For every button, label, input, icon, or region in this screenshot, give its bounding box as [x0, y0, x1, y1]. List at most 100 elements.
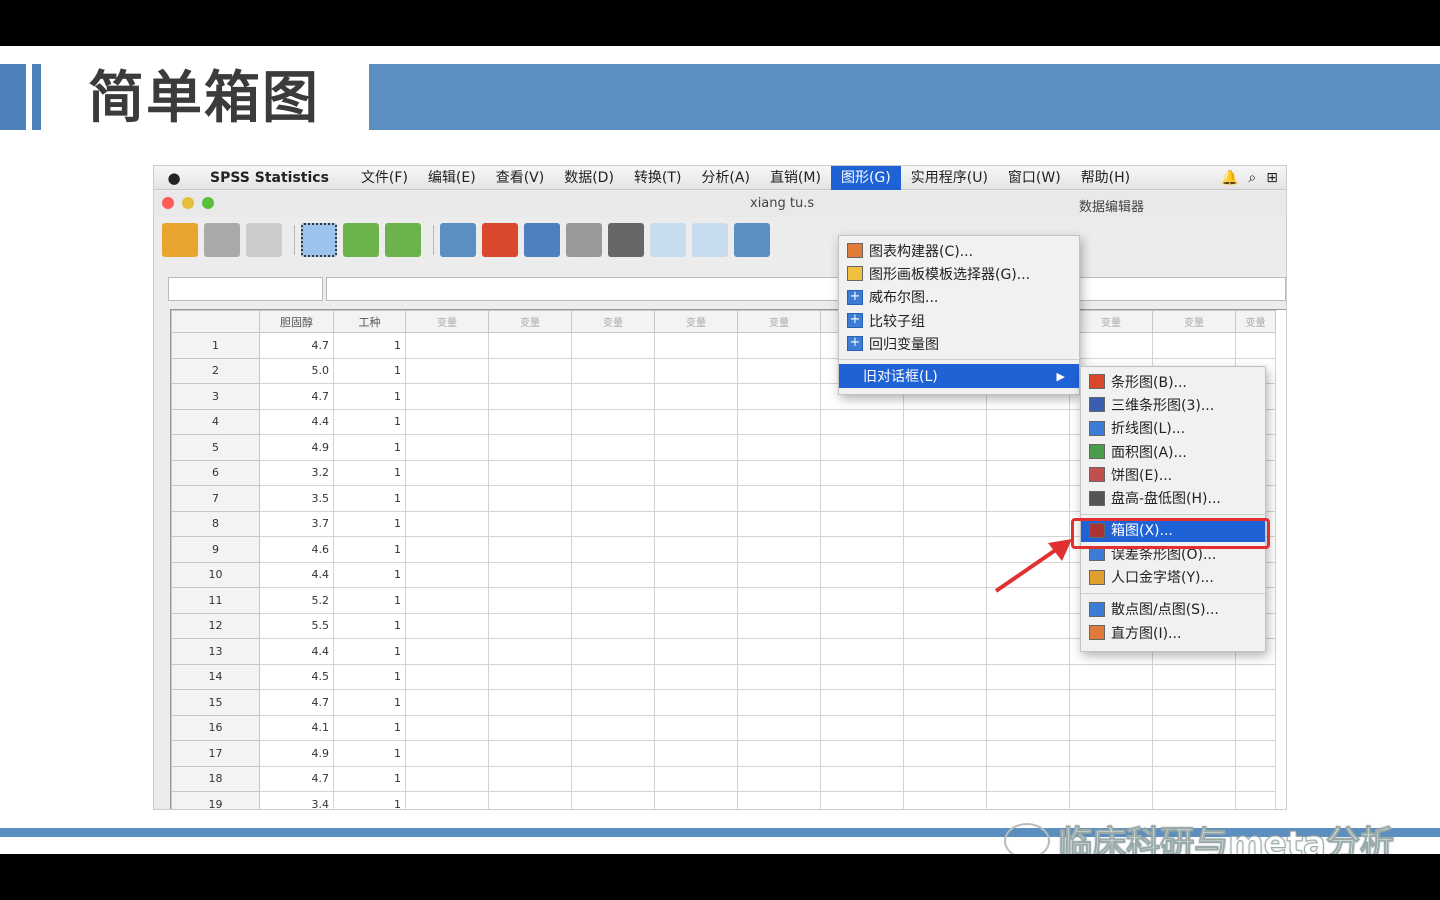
- empty-cell[interactable]: [654, 791, 738, 809]
- data-cell[interactable]: 1: [333, 332, 406, 359]
- empty-cell[interactable]: [986, 689, 1070, 716]
- data-cell[interactable]: 1: [333, 689, 406, 716]
- menu-analyze[interactable]: 分析(A): [691, 166, 760, 190]
- empty-cell[interactable]: [488, 408, 572, 435]
- menu-utilities[interactable]: 实用程序(U): [901, 166, 998, 190]
- empty-cell[interactable]: [571, 740, 655, 767]
- empty-cell[interactable]: [903, 791, 987, 809]
- data-cell[interactable]: 1: [333, 561, 406, 588]
- empty-cell[interactable]: [654, 332, 738, 359]
- row-number[interactable]: 12: [171, 612, 260, 639]
- empty-cell[interactable]: [1152, 714, 1236, 741]
- empty-cell[interactable]: [654, 561, 738, 588]
- data-cell[interactable]: 4.7: [259, 765, 334, 792]
- data-cell[interactable]: 4.7: [259, 689, 334, 716]
- search-icon[interactable]: ⌕: [1248, 170, 1256, 186]
- open-icon[interactable]: [162, 223, 198, 257]
- empty-cell[interactable]: [1152, 765, 1236, 792]
- empty-cell[interactable]: [405, 536, 489, 563]
- empty-cell[interactable]: [571, 561, 655, 588]
- submenu-item[interactable]: 人口金字塔(Y)...: [1081, 565, 1265, 588]
- empty-cell[interactable]: [986, 791, 1070, 809]
- cell-reference-field[interactable]: [168, 277, 323, 301]
- empty-cell[interactable]: [820, 459, 904, 486]
- empty-cell[interactable]: [654, 689, 738, 716]
- undo-icon[interactable]: [343, 223, 379, 257]
- data-cell[interactable]: 1: [333, 638, 406, 665]
- empty-cell[interactable]: [737, 536, 821, 563]
- empty-cell[interactable]: [903, 510, 987, 537]
- save-icon[interactable]: [204, 223, 240, 257]
- empty-cell[interactable]: [654, 587, 738, 614]
- empty-cell[interactable]: [1152, 689, 1236, 716]
- empty-cell[interactable]: [488, 791, 572, 809]
- empty-cell[interactable]: [986, 740, 1070, 767]
- empty-variable-header[interactable]: 变量: [571, 310, 655, 333]
- empty-variable-header[interactable]: 变量: [405, 310, 489, 333]
- empty-variable-header[interactable]: 变量: [1235, 310, 1276, 333]
- empty-cell[interactable]: [903, 485, 987, 512]
- submenu-item[interactable]: 散点图/点图(S)...: [1081, 598, 1265, 621]
- empty-cell[interactable]: [405, 485, 489, 512]
- data-cell[interactable]: 1: [333, 612, 406, 639]
- empty-cell[interactable]: [1069, 765, 1153, 792]
- empty-cell[interactable]: [405, 587, 489, 614]
- empty-cell[interactable]: [571, 791, 655, 809]
- menu-item-legacy-dialogs[interactable]: 旧对话框(L) ▶: [839, 364, 1079, 388]
- empty-cell[interactable]: [488, 765, 572, 792]
- empty-cell[interactable]: [820, 663, 904, 690]
- empty-cell[interactable]: [571, 536, 655, 563]
- empty-cell[interactable]: [1235, 740, 1276, 767]
- submenu-item[interactable]: 条形图(B)...: [1081, 370, 1265, 393]
- insert-cases-icon[interactable]: [650, 223, 686, 257]
- menu-graphs[interactable]: 图形(G): [830, 166, 901, 190]
- empty-cell[interactable]: [737, 332, 821, 359]
- empty-cell[interactable]: [405, 561, 489, 588]
- menu-item-weibull[interactable]: + 威布尔图...: [839, 286, 1079, 309]
- empty-cell[interactable]: [820, 510, 904, 537]
- menu-item-template-chooser[interactable]: 图形画板模板选择器(G)...: [839, 262, 1079, 285]
- run-descriptives-icon[interactable]: [566, 223, 602, 257]
- empty-cell[interactable]: [488, 714, 572, 741]
- empty-variable-header[interactable]: 变量: [654, 310, 738, 333]
- data-cell[interactable]: 4.9: [259, 740, 334, 767]
- data-cell[interactable]: 1: [333, 408, 406, 435]
- menu-help[interactable]: 帮助(H): [1071, 166, 1140, 190]
- minimize-icon[interactable]: [182, 197, 194, 209]
- empty-cell[interactable]: [654, 434, 738, 461]
- empty-cell[interactable]: [986, 638, 1070, 665]
- empty-cell[interactable]: [903, 408, 987, 435]
- empty-cell[interactable]: [903, 740, 987, 767]
- empty-cell[interactable]: [820, 561, 904, 588]
- row-number[interactable]: 3: [171, 383, 260, 410]
- column-header[interactable]: 胆固醇: [259, 310, 334, 333]
- empty-cell[interactable]: [488, 663, 572, 690]
- empty-variable-header[interactable]: 变量: [488, 310, 572, 333]
- close-icon[interactable]: [162, 197, 174, 209]
- empty-cell[interactable]: [986, 765, 1070, 792]
- empty-cell[interactable]: [654, 638, 738, 665]
- empty-cell[interactable]: [737, 434, 821, 461]
- empty-cell[interactable]: [654, 536, 738, 563]
- empty-cell[interactable]: [571, 434, 655, 461]
- empty-cell[interactable]: [1069, 663, 1153, 690]
- empty-cell[interactable]: [903, 612, 987, 639]
- empty-cell[interactable]: [571, 587, 655, 614]
- variables-icon[interactable]: [524, 223, 560, 257]
- empty-cell[interactable]: [405, 510, 489, 537]
- empty-cell[interactable]: [986, 714, 1070, 741]
- empty-cell[interactable]: [820, 765, 904, 792]
- menu-transform[interactable]: 转换(T): [624, 166, 691, 190]
- empty-cell[interactable]: [405, 357, 489, 384]
- menu-data[interactable]: 数据(D): [554, 166, 624, 190]
- empty-cell[interactable]: [654, 459, 738, 486]
- empty-cell[interactable]: [903, 689, 987, 716]
- dialog-recall-icon[interactable]: [301, 223, 337, 257]
- empty-cell[interactable]: [488, 510, 572, 537]
- empty-cell[interactable]: [903, 536, 987, 563]
- data-cell[interactable]: 1: [333, 357, 406, 384]
- empty-cell[interactable]: [1235, 332, 1276, 359]
- data-cell[interactable]: 1: [333, 383, 406, 410]
- empty-variable-header[interactable]: 变量: [737, 310, 821, 333]
- empty-cell[interactable]: [488, 485, 572, 512]
